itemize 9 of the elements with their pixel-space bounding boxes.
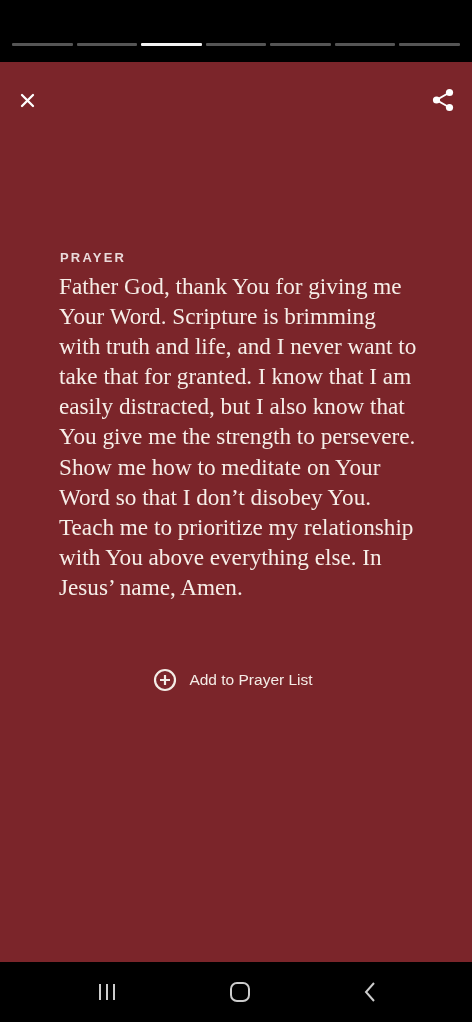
add-to-prayer-list-button[interactable]: Add to Prayer List: [149, 664, 317, 697]
prayer-text: Father God, thank You for giving me Your Word. Scripture is brimming with truth and life, and I never want to take that for granted. I know that I am easily distracted, but I also know that You give me the strength to persevere. Show me how to meditate on Your Word so that I don’t disobey You. Teach me to prioritize my relationship with You above everything else. In Jesus’ name, Amen.: [59, 272, 418, 602]
close-icon[interactable]: [20, 92, 35, 108]
home-icon[interactable]: [229, 981, 251, 1003]
plus-circle-icon: [153, 668, 178, 693]
section-label: PRAYER: [60, 250, 128, 265]
recent-apps-icon[interactable]: [97, 983, 117, 1001]
back-icon[interactable]: [363, 981, 377, 1003]
share-icon[interactable]: [432, 88, 454, 112]
